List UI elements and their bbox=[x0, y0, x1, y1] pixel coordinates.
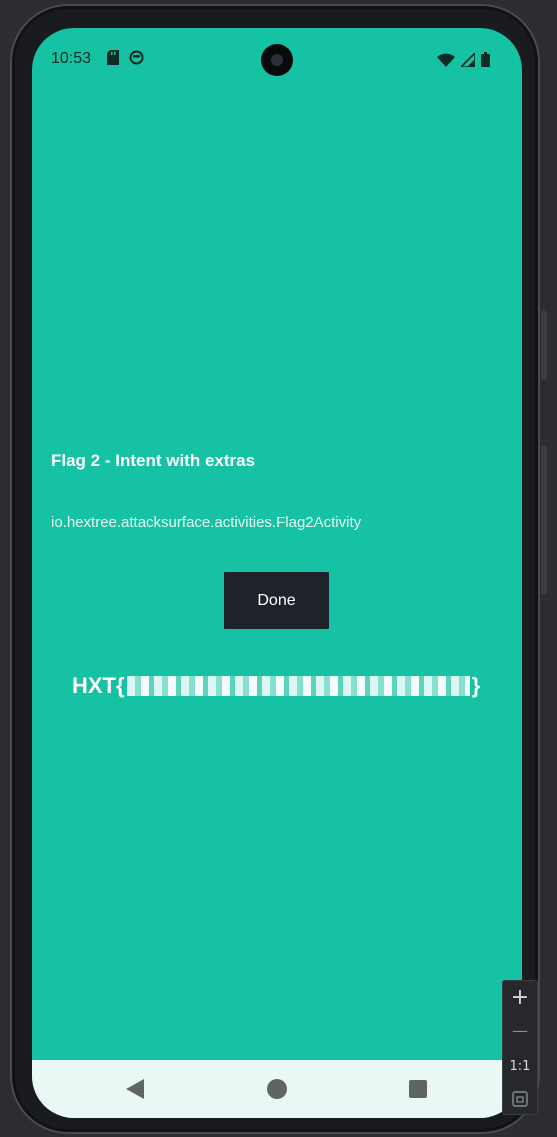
back-icon[interactable] bbox=[126, 1079, 144, 1099]
done-button[interactable]: Done bbox=[224, 572, 329, 629]
zoom-controls: + — 1:1 bbox=[502, 980, 538, 1115]
actual-size-button[interactable]: 1:1 bbox=[503, 1059, 537, 1074]
navigation-bar bbox=[32, 1060, 522, 1118]
device-screen: 10:53 Flag 2 - Intent with extras io.hex… bbox=[32, 28, 522, 1118]
fit-screen-icon[interactable] bbox=[512, 1091, 528, 1107]
sd-card-icon bbox=[107, 50, 119, 65]
cellular-signal-icon bbox=[461, 52, 475, 67]
android-debug-icon bbox=[129, 50, 144, 65]
zoom-in-button[interactable]: + bbox=[503, 985, 537, 1010]
front-camera bbox=[261, 44, 293, 76]
zoom-out-button[interactable]: — bbox=[503, 1021, 537, 1040]
recents-icon[interactable] bbox=[409, 1080, 427, 1098]
wifi-icon bbox=[437, 53, 455, 67]
emulator-window: 10:53 Flag 2 - Intent with extras io.hex… bbox=[0, 0, 557, 1137]
activity-name: io.hextree.attacksurface.activities.Flag… bbox=[51, 514, 362, 531]
flag-suffix: } bbox=[471, 673, 481, 698]
flag-prefix: HXT{ bbox=[72, 673, 125, 698]
volume-button[interactable] bbox=[541, 445, 547, 595]
power-button[interactable] bbox=[541, 310, 547, 380]
status-time: 10:53 bbox=[51, 50, 92, 67]
flag-text: HXT{ } bbox=[72, 670, 480, 702]
page-title: Flag 2 - Intent with extras bbox=[51, 451, 256, 470]
redacted-flag-value bbox=[126, 676, 470, 696]
home-icon[interactable] bbox=[267, 1079, 287, 1099]
battery-icon bbox=[481, 52, 490, 67]
status-bar: 10:53 bbox=[32, 28, 522, 92]
